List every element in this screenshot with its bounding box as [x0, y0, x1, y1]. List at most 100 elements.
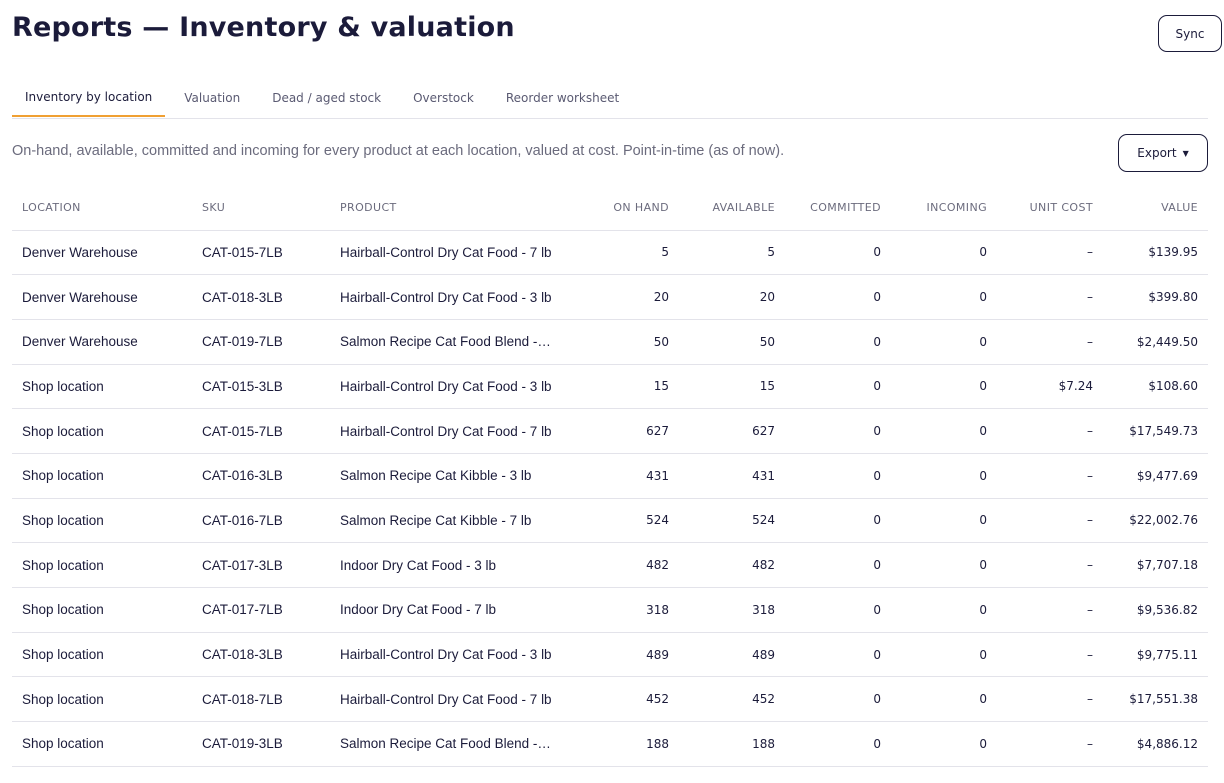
- product-cell: Salmon Recipe Cat Food Blend - 7...: [330, 319, 562, 365]
- unit-cost-cell: –: [997, 632, 1103, 678]
- column-header-committed[interactable]: COMMITTED: [785, 186, 891, 231]
- table-row[interactable]: Denver Warehouse CAT-019-7LB Salmon Recipe…: [12, 319, 1208, 365]
- value-cell: $22,002.76: [1103, 498, 1208, 544]
- column-header-unit-cost[interactable]: UNIT COST: [997, 186, 1103, 231]
- value-cell: $9,477.69: [1103, 453, 1208, 499]
- available-cell: 482: [679, 542, 785, 588]
- caret-down-icon: ▼: [1182, 148, 1189, 158]
- table-row[interactable]: Shop location CAT-017-7LB Indoor Dry Cat F…: [12, 587, 1208, 633]
- page-title: Reports — Inventory & valuation: [12, 12, 515, 43]
- product-cell: Hairball-Control Dry Cat Food - 3 lb: [330, 274, 562, 320]
- committed-cell: 0: [785, 676, 891, 723]
- tab-overstock[interactable]: Overstock: [400, 78, 487, 117]
- product-cell: Hairball-Control Dry Cat Food - 7 lb: [330, 230, 562, 276]
- value-cell: $9,775.11: [1103, 632, 1208, 678]
- table-row[interactable]: Denver Warehouse CAT-018-3LB Hairball-Cont…: [12, 274, 1208, 320]
- table-row[interactable]: Shop location CAT-015-7LB Hairball-Control…: [12, 408, 1208, 454]
- location-cell: Shop location: [12, 632, 192, 678]
- location-cell: Shop location: [12, 453, 192, 499]
- table-row[interactable]: Shop location CAT-015-3LB Hairball-Control…: [12, 364, 1208, 410]
- column-header-on-hand[interactable]: ON HAND: [562, 186, 679, 231]
- column-header-location[interactable]: LOCATION: [12, 186, 192, 231]
- location-cell: Denver Warehouse: [12, 230, 192, 276]
- available-cell: 524: [679, 498, 785, 544]
- product-cell: Salmon Recipe Cat Food Blend - 3...: [330, 721, 562, 767]
- committed-cell: 0: [785, 587, 891, 633]
- report-description: On-hand, available, committed and incomi…: [12, 143, 785, 159]
- committed-cell: 0: [785, 364, 891, 410]
- product-cell: Indoor Dry Cat Food - 3 lb: [330, 542, 562, 588]
- value-cell: $17,551.38: [1103, 676, 1208, 723]
- value-cell: $7,707.18: [1103, 542, 1208, 588]
- location-cell: Denver Warehouse: [12, 319, 192, 365]
- on-hand-cell: 431: [562, 453, 679, 499]
- incoming-cell: 0: [891, 408, 997, 454]
- table-row[interactable]: Denver Warehouse CAT-015-7LB Hairball-Cont…: [12, 230, 1208, 276]
- on-hand-cell: 318: [562, 587, 679, 633]
- unit-cost-cell: –: [997, 542, 1103, 588]
- product-cell: Salmon Recipe Cat Kibble - 7 lb: [330, 498, 562, 544]
- table-row[interactable]: Shop location CAT-017-3LB Indoor Dry Cat F…: [12, 542, 1208, 588]
- incoming-cell: 0: [891, 319, 997, 365]
- on-hand-cell: 482: [562, 542, 679, 588]
- table-row[interactable]: Shop location CAT-016-7LB Salmon Recipe Ca…: [12, 498, 1208, 544]
- sku-cell: CAT-015-7LB: [192, 230, 330, 276]
- column-header-incoming[interactable]: INCOMING: [891, 186, 997, 231]
- committed-cell: 0: [785, 498, 891, 544]
- table-row[interactable]: Shop location CAT-016-3LB Salmon Recipe Ca…: [12, 453, 1208, 499]
- unit-cost-cell: –: [997, 230, 1103, 276]
- on-hand-cell: 50: [562, 319, 679, 365]
- unit-cost-cell: –: [997, 587, 1103, 633]
- tab-reorder-worksheet[interactable]: Reorder worksheet: [493, 78, 632, 117]
- column-header-product[interactable]: PRODUCT: [330, 186, 562, 231]
- available-cell: 20: [679, 274, 785, 320]
- export-button[interactable]: Export ▼: [1118, 134, 1208, 172]
- table-row[interactable]: Shop location CAT-018-3LB Hairball-Control…: [12, 632, 1208, 678]
- column-header-available[interactable]: AVAILABLE: [679, 186, 785, 231]
- value-cell: $108.60: [1103, 364, 1208, 410]
- value-cell: $9,536.82: [1103, 587, 1208, 633]
- table-row[interactable]: Shop location CAT-018-7LB Hairball-Control…: [12, 676, 1208, 723]
- available-cell: 318: [679, 587, 785, 633]
- incoming-cell: 0: [891, 230, 997, 276]
- report-tabs: Inventory by location Valuation Dead / a…: [12, 78, 1208, 119]
- committed-cell: 0: [785, 453, 891, 499]
- committed-cell: 0: [785, 408, 891, 454]
- incoming-cell: 0: [891, 632, 997, 678]
- on-hand-cell: 627: [562, 408, 679, 454]
- location-cell: Shop location: [12, 587, 192, 633]
- tab-valuation[interactable]: Valuation: [171, 78, 253, 117]
- committed-cell: 0: [785, 319, 891, 365]
- unit-cost-cell: –: [997, 676, 1103, 723]
- value-cell: $2,449.50: [1103, 319, 1208, 365]
- unit-cost-cell: $7.24: [997, 364, 1103, 410]
- sync-button[interactable]: Sync: [1158, 15, 1222, 52]
- location-cell: Shop location: [12, 498, 192, 544]
- committed-cell: 0: [785, 230, 891, 276]
- product-cell: Indoor Dry Cat Food - 7 lb: [330, 587, 562, 633]
- value-cell: $4,886.12: [1103, 721, 1208, 767]
- tab-dead-aged-stock[interactable]: Dead / aged stock: [259, 78, 394, 117]
- location-cell: Shop location: [12, 542, 192, 588]
- on-hand-cell: 20: [562, 274, 679, 320]
- available-cell: 627: [679, 408, 785, 454]
- on-hand-cell: 489: [562, 632, 679, 678]
- incoming-cell: 0: [891, 721, 997, 767]
- unit-cost-cell: –: [997, 453, 1103, 499]
- column-header-sku[interactable]: SKU: [192, 186, 330, 231]
- tab-inventory-by-location[interactable]: Inventory by location: [12, 78, 166, 117]
- location-cell: Shop location: [12, 676, 192, 723]
- sku-cell: CAT-018-7LB: [192, 676, 330, 723]
- on-hand-cell: 524: [562, 498, 679, 544]
- available-cell: 50: [679, 319, 785, 365]
- committed-cell: 0: [785, 632, 891, 678]
- unit-cost-cell: –: [997, 319, 1103, 365]
- unit-cost-cell: –: [997, 721, 1103, 767]
- table-row[interactable]: Shop location CAT-019-3LB Salmon Recipe Ca…: [12, 721, 1208, 767]
- available-cell: 452: [679, 676, 785, 723]
- sku-cell: CAT-018-3LB: [192, 632, 330, 678]
- incoming-cell: 0: [891, 676, 997, 723]
- sku-cell: CAT-017-7LB: [192, 587, 330, 633]
- column-header-value[interactable]: VALUE: [1103, 186, 1208, 231]
- sku-cell: CAT-018-3LB: [192, 274, 330, 320]
